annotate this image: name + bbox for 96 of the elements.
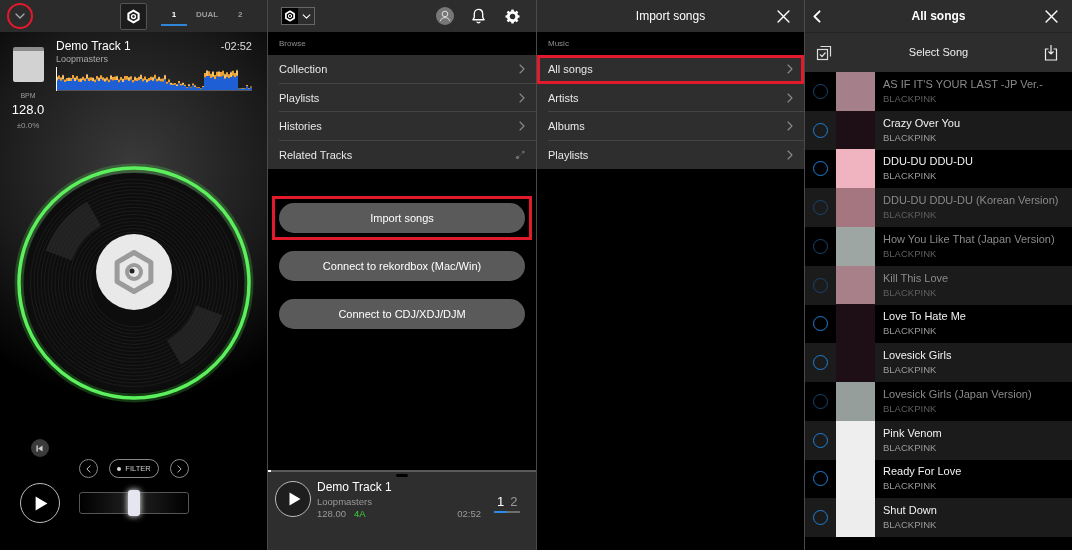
pitch-value: ±0.0%: [16, 121, 40, 130]
song-artist: BLACKPINK: [883, 286, 938, 299]
song-artist: BLACKPINK: [883, 92, 938, 105]
song-row[interactable]: Crazy Over You BLACKPINK: [805, 110, 1072, 150]
remaining-time: -02:52: [220, 40, 252, 53]
chevron-right-icon: [787, 92, 793, 103]
menu-row[interactable]: Albums: [537, 112, 804, 141]
back-icon[interactable]: [813, 9, 821, 23]
vinyl-record[interactable]: [23, 173, 244, 393]
hexagon-logo-icon: [114, 250, 153, 294]
song-title: Ready For Love: [883, 465, 962, 479]
song-row[interactable]: Lovesick Girls BLACKPINK: [805, 343, 1072, 382]
song-artist: BLACKPINK: [883, 441, 938, 454]
action-button[interactable]: Connect to CDJ/XDJ/DJM: [279, 299, 525, 329]
chevron-right-icon: [519, 92, 525, 103]
chevron-right-icon: [787, 149, 793, 160]
song-title: Kill This Love: [883, 271, 949, 285]
drag-handle[interactable]: [396, 474, 408, 477]
action-button[interactable]: Import songs: [279, 203, 525, 233]
chevron-right-icon: [787, 121, 793, 132]
panel-title: All songs: [911, 8, 966, 25]
song-artist: BLACKPINK: [883, 325, 938, 338]
song-artist: BLACKPINK: [883, 480, 938, 493]
track-time: 02:52: [457, 508, 481, 520]
song-artist: BLACKPINK: [883, 170, 938, 183]
deck-tab[interactable]: 1: [161, 6, 187, 26]
toolbar-title: Select Song: [908, 45, 969, 61]
menu-button[interactable]: [7, 3, 33, 29]
nodes-icon: [515, 149, 525, 160]
song-title: How You Like That (Japan Version): [883, 232, 1055, 246]
play-button[interactable]: [275, 481, 311, 517]
song-title: AS IF IT'S YOUR LAST -JP Ver.-: [883, 77, 1043, 91]
close-icon[interactable]: [777, 9, 790, 23]
song-artist: BLACKPINK: [883, 364, 938, 377]
skip-back-icon: [36, 444, 43, 452]
bell-icon[interactable]: [471, 8, 486, 24]
chevron-right-icon: [519, 121, 525, 132]
menu-row[interactable]: Collection: [268, 55, 536, 84]
previous-button[interactable]: [30, 439, 49, 457]
fader-thumb[interactable]: [128, 490, 140, 516]
song-title: DDU-DU DDU-DU: [883, 155, 973, 169]
song-row[interactable]: Shut Down BLACKPINK: [805, 498, 1072, 537]
menu-row[interactable]: Artists: [537, 83, 804, 112]
song-artist: BLACKPINK: [883, 519, 937, 532]
chevron-left-icon: [86, 464, 91, 473]
chevron-right-icon: [177, 464, 182, 473]
menu-row[interactable]: Related Tracks: [268, 140, 536, 169]
chevron-down-icon: [301, 13, 311, 19]
deck-tab[interactable]: DUAL: [192, 6, 223, 26]
select-all-icon[interactable]: [816, 44, 832, 61]
menu-row[interactable]: Playlists: [268, 83, 536, 112]
track-key: 4A: [354, 508, 366, 520]
logo-menu-button[interactable]: [281, 7, 315, 25]
dot-icon: [117, 466, 122, 471]
action-button[interactable]: Connect to rekordbox (Mac/Win): [279, 251, 525, 281]
chevron-down-icon: [15, 13, 25, 19]
song-artist: BLACKPINK: [883, 247, 938, 260]
deck-tab[interactable]: 2: [227, 6, 254, 26]
track-title: Demo Track 1: [317, 481, 393, 494]
song-title: Lovesick Girls: [883, 349, 952, 363]
chevron-right-icon: [787, 64, 793, 75]
track-bpm: 128.00: [317, 508, 347, 520]
menu-row[interactable]: All songs: [537, 55, 804, 84]
fader-track[interactable]: [79, 492, 189, 514]
deck-selector[interactable]: 2: [507, 495, 521, 513]
track-artist: Loopmasters: [56, 54, 110, 65]
song-title: Pink Venom: [883, 426, 942, 440]
hexagon-logo-icon: [126, 8, 141, 24]
section-label: Browse: [279, 37, 306, 50]
track-title: Demo Track 1: [56, 40, 131, 53]
panel-title: Import songs: [635, 8, 706, 25]
download-icon[interactable]: [1044, 44, 1058, 61]
chevron-right-icon: [519, 64, 525, 75]
deck-selector[interactable]: 1: [494, 495, 508, 513]
play-icon: [34, 495, 48, 511]
album-art-placeholder: [12, 47, 44, 82]
menu-row[interactable]: Playlists: [537, 140, 804, 169]
song-title: DDU-DU DDU-DU (Korean Version): [883, 194, 1059, 208]
logo-button[interactable]: [120, 2, 147, 30]
bpm-value: 128.0: [11, 103, 45, 117]
song-artist: BLACKPINK: [883, 131, 938, 144]
hexagon-logo-icon: [284, 10, 296, 22]
menu-row[interactable]: Histories: [268, 112, 536, 141]
song-title: Lovesick Girls (Japan Version): [883, 387, 1032, 401]
song-title: Shut Down: [883, 504, 937, 518]
play-icon: [288, 492, 301, 506]
song-artist: BLACKPINK: [883, 209, 938, 222]
song-title: Love To Hate Me: [883, 310, 966, 324]
close-icon[interactable]: [1045, 9, 1058, 23]
song-title: Crazy Over You: [883, 116, 961, 130]
track-artist: Loopmasters: [317, 496, 373, 508]
avatar-icon[interactable]: [436, 7, 454, 25]
section-label: Music: [548, 37, 569, 50]
song-artist: BLACKPINK: [883, 402, 938, 415]
song-row[interactable]: Pink Venom BLACKPINK: [805, 420, 1072, 460]
settings-icon[interactable]: [505, 8, 520, 24]
